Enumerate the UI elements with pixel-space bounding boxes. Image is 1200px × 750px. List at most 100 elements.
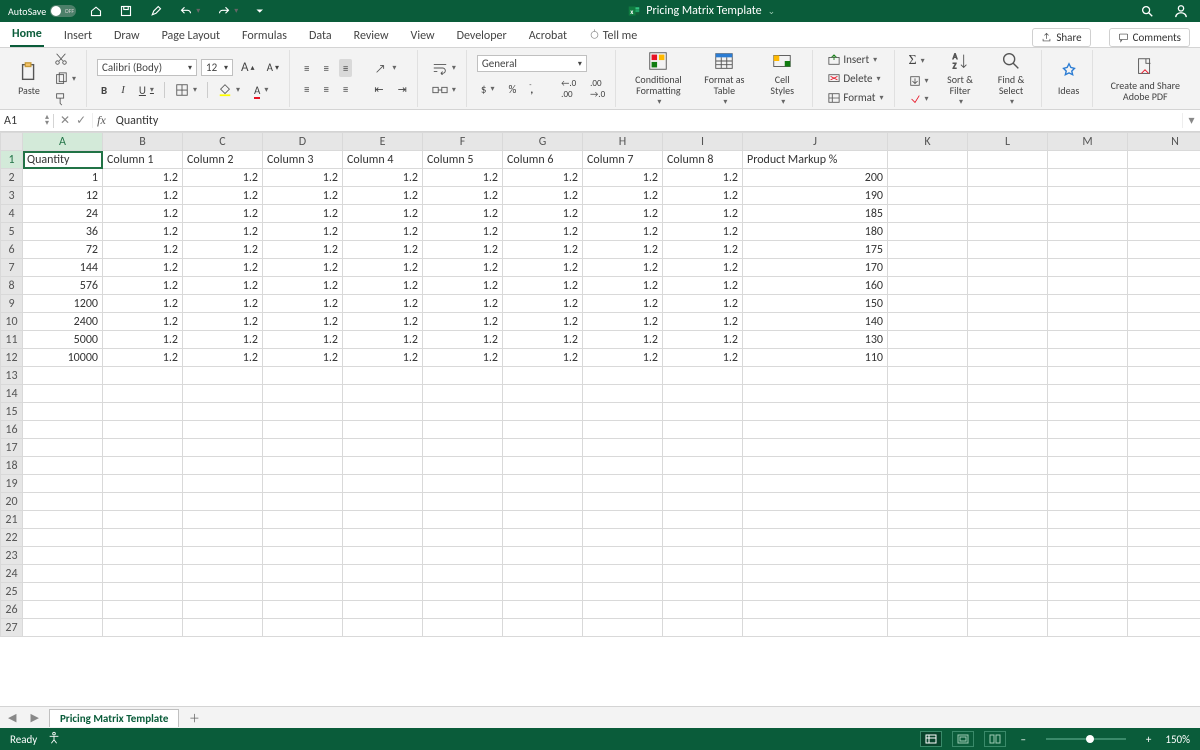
cell-L16[interactable] bbox=[968, 421, 1048, 439]
tab-developer[interactable]: Developer bbox=[455, 25, 509, 47]
cell-H22[interactable] bbox=[583, 529, 663, 547]
cell-G26[interactable] bbox=[503, 601, 583, 619]
cell-D3[interactable]: 1.2 bbox=[263, 187, 343, 205]
column-header-H[interactable]: H bbox=[583, 133, 663, 151]
cell-K21[interactable] bbox=[888, 511, 968, 529]
zoom-in-button[interactable]: + bbox=[1142, 733, 1155, 746]
cell-N3[interactable] bbox=[1128, 187, 1200, 205]
cell-D12[interactable]: 1.2 bbox=[263, 349, 343, 367]
cell-C1[interactable]: Column 2 bbox=[183, 151, 263, 169]
cell-I2[interactable]: 1.2 bbox=[663, 169, 743, 187]
cell-C5[interactable]: 1.2 bbox=[183, 223, 263, 241]
cell-H26[interactable] bbox=[583, 601, 663, 619]
cell-K4[interactable] bbox=[888, 205, 968, 223]
cell-A20[interactable] bbox=[23, 493, 103, 511]
cell-H2[interactable]: 1.2 bbox=[583, 169, 663, 187]
cell-M4[interactable] bbox=[1048, 205, 1128, 223]
tab-data[interactable]: Data bbox=[307, 25, 334, 47]
cell-G6[interactable]: 1.2 bbox=[503, 241, 583, 259]
tab-draw[interactable]: Draw bbox=[112, 25, 142, 47]
cell-G20[interactable] bbox=[503, 493, 583, 511]
autosave-switch-off[interactable] bbox=[50, 5, 76, 17]
cell-D1[interactable]: Column 3 bbox=[263, 151, 343, 169]
worksheet-grid[interactable]: ABCDEFGHIJKLMN1QuantityColumn 1Column 2C… bbox=[0, 132, 1200, 706]
cell-A8[interactable]: 576 bbox=[23, 277, 103, 295]
cell-B13[interactable] bbox=[103, 367, 183, 385]
cell-I1[interactable]: Column 8 bbox=[663, 151, 743, 169]
cell-K7[interactable] bbox=[888, 259, 968, 277]
cell-H10[interactable]: 1.2 bbox=[583, 313, 663, 331]
cell-B14[interactable] bbox=[103, 385, 183, 403]
cell-I13[interactable] bbox=[663, 367, 743, 385]
cell-E1[interactable]: Column 4 bbox=[343, 151, 423, 169]
cell-B3[interactable]: 1.2 bbox=[103, 187, 183, 205]
cell-H13[interactable] bbox=[583, 367, 663, 385]
cell-N4[interactable] bbox=[1128, 205, 1200, 223]
cell-M22[interactable] bbox=[1048, 529, 1128, 547]
cell-I24[interactable] bbox=[663, 565, 743, 583]
cell-L8[interactable] bbox=[968, 277, 1048, 295]
cell-C27[interactable] bbox=[183, 619, 263, 637]
cell-J3[interactable]: 190 bbox=[743, 187, 888, 205]
cell-G4[interactable]: 1.2 bbox=[503, 205, 583, 223]
cell-C26[interactable] bbox=[183, 601, 263, 619]
cell-L7[interactable] bbox=[968, 259, 1048, 277]
cell-F13[interactable] bbox=[423, 367, 503, 385]
cell-L27[interactable] bbox=[968, 619, 1048, 637]
cell-E9[interactable]: 1.2 bbox=[343, 295, 423, 313]
conditional-formatting-button[interactable]: Conditional Formatting bbox=[626, 48, 691, 109]
cell-D2[interactable]: 1.2 bbox=[263, 169, 343, 187]
cell-B4[interactable]: 1.2 bbox=[103, 205, 183, 223]
orientation-icon[interactable] bbox=[370, 59, 400, 77]
cell-M21[interactable] bbox=[1048, 511, 1128, 529]
cell-L4[interactable] bbox=[968, 205, 1048, 223]
wrap-text-icon[interactable] bbox=[428, 59, 460, 77]
cell-N26[interactable] bbox=[1128, 601, 1200, 619]
cell-A21[interactable] bbox=[23, 511, 103, 529]
cell-D26[interactable] bbox=[263, 601, 343, 619]
cell-F7[interactable]: 1.2 bbox=[423, 259, 503, 277]
cell-K19[interactable] bbox=[888, 475, 968, 493]
cell-J27[interactable] bbox=[743, 619, 888, 637]
cell-E4[interactable]: 1.2 bbox=[343, 205, 423, 223]
clear-icon[interactable] bbox=[905, 91, 933, 107]
cell-G8[interactable]: 1.2 bbox=[503, 277, 583, 295]
cell-A25[interactable] bbox=[23, 583, 103, 601]
cell-B7[interactable]: 1.2 bbox=[103, 259, 183, 277]
cell-F2[interactable]: 1.2 bbox=[423, 169, 503, 187]
cell-J8[interactable]: 160 bbox=[743, 277, 888, 295]
cell-I5[interactable]: 1.2 bbox=[663, 223, 743, 241]
cell-G2[interactable]: 1.2 bbox=[503, 169, 583, 187]
tab-review[interactable]: Review bbox=[352, 25, 391, 47]
row-header-23[interactable]: 23 bbox=[1, 547, 23, 565]
cell-C14[interactable] bbox=[183, 385, 263, 403]
cell-E15[interactable] bbox=[343, 403, 423, 421]
row-header-25[interactable]: 25 bbox=[1, 583, 23, 601]
cell-G16[interactable] bbox=[503, 421, 583, 439]
cell-C2[interactable]: 1.2 bbox=[183, 169, 263, 187]
cell-H25[interactable] bbox=[583, 583, 663, 601]
cell-J22[interactable] bbox=[743, 529, 888, 547]
cell-J11[interactable]: 130 bbox=[743, 331, 888, 349]
cell-E20[interactable] bbox=[343, 493, 423, 511]
cell-B10[interactable]: 1.2 bbox=[103, 313, 183, 331]
cell-E22[interactable] bbox=[343, 529, 423, 547]
cell-A17[interactable] bbox=[23, 439, 103, 457]
expand-formula-bar[interactable]: ▾ bbox=[1182, 113, 1200, 128]
search-icon[interactable] bbox=[1136, 2, 1158, 20]
cell-A16[interactable] bbox=[23, 421, 103, 439]
cell-E16[interactable] bbox=[343, 421, 423, 439]
cell-G7[interactable]: 1.2 bbox=[503, 259, 583, 277]
cell-I11[interactable]: 1.2 bbox=[663, 331, 743, 349]
cell-N15[interactable] bbox=[1128, 403, 1200, 421]
cell-E23[interactable] bbox=[343, 547, 423, 565]
undo-button[interactable] bbox=[176, 3, 204, 19]
cell-D21[interactable] bbox=[263, 511, 343, 529]
cell-I18[interactable] bbox=[663, 457, 743, 475]
cell-G12[interactable]: 1.2 bbox=[503, 349, 583, 367]
font-name-select[interactable]: Calibri (Body)▾ bbox=[97, 59, 197, 76]
cell-L2[interactable] bbox=[968, 169, 1048, 187]
cell-K27[interactable] bbox=[888, 619, 968, 637]
cell-J20[interactable] bbox=[743, 493, 888, 511]
cell-N16[interactable] bbox=[1128, 421, 1200, 439]
